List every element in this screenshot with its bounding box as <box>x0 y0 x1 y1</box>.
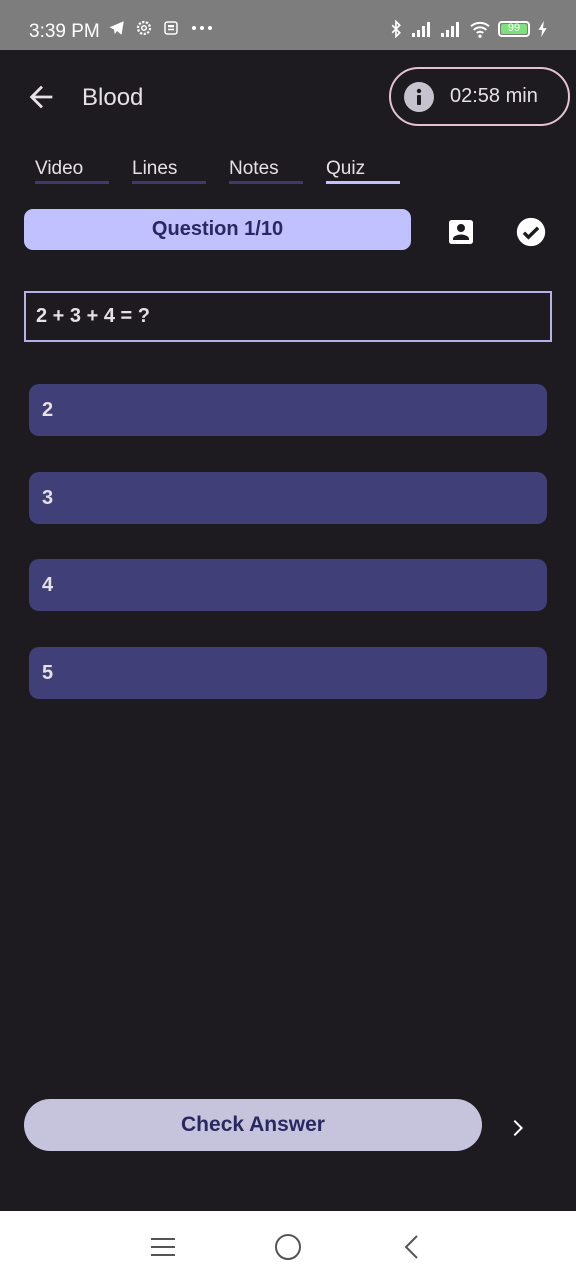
chevron-right-icon <box>513 1120 523 1136</box>
timer-chip[interactable]: 02:58 min <box>389 67 570 126</box>
check-circle-icon <box>516 217 546 247</box>
tab-notes-underline <box>229 181 303 184</box>
tab-notes[interactable]: Notes <box>229 158 279 180</box>
status-bar: 3:39 PM 99 <box>0 0 576 50</box>
status-icons-right: 99 <box>388 20 549 38</box>
nav-home-button[interactable] <box>272 1231 304 1263</box>
next-question-button[interactable] <box>502 1113 532 1143</box>
question-counter: Question 1/10 <box>24 209 411 250</box>
account-box-icon <box>449 220 473 244</box>
charging-icon <box>538 20 547 38</box>
news-icon <box>164 21 178 35</box>
check-answer-button[interactable]: Check Answer <box>24 1099 482 1151</box>
battery-icon: 99 <box>498 21 530 37</box>
profile-button[interactable] <box>441 212 481 252</box>
answer-option-1[interactable]: 2 <box>29 384 547 436</box>
wifi-icon <box>470 21 490 38</box>
back-icon <box>404 1235 418 1259</box>
nav-back-button[interactable] <box>396 1231 428 1263</box>
tab-quiz[interactable]: Quiz <box>326 158 365 180</box>
status-time: 3:39 PM <box>29 21 100 42</box>
answer-option-4[interactable]: 5 <box>29 647 547 699</box>
info-icon <box>404 81 434 112</box>
battery-level: 99 <box>507 22 521 34</box>
bluetooth-icon <box>391 20 401 38</box>
back-button[interactable] <box>24 80 58 114</box>
tab-video[interactable]: Video <box>35 158 83 180</box>
tab-lines[interactable]: Lines <box>132 158 177 180</box>
telegram-icon <box>109 21 124 35</box>
tab-quiz-underline <box>326 181 400 184</box>
signal-icon <box>412 22 430 37</box>
nav-menu-button[interactable] <box>147 1231 179 1263</box>
more-dots-icon <box>192 26 212 30</box>
signal-icon <box>441 22 459 37</box>
answer-option-3[interactable]: 4 <box>29 559 547 611</box>
question-text: 2 + 3 + 4 = ? <box>24 291 552 342</box>
tab-lines-underline <box>132 181 206 184</box>
home-icon <box>275 1234 301 1260</box>
menu-icon <box>151 1238 175 1256</box>
settings-icon <box>136 20 152 36</box>
status-icons-left <box>108 19 215 37</box>
submit-button[interactable] <box>511 212 551 252</box>
arrow-back-icon <box>29 85 53 109</box>
tab-video-underline <box>35 181 109 184</box>
answer-option-2[interactable]: 3 <box>29 472 547 524</box>
timer-text: 02:58 min <box>450 85 538 107</box>
system-nav-bar <box>0 1211 576 1280</box>
page-title: Blood <box>82 84 144 111</box>
